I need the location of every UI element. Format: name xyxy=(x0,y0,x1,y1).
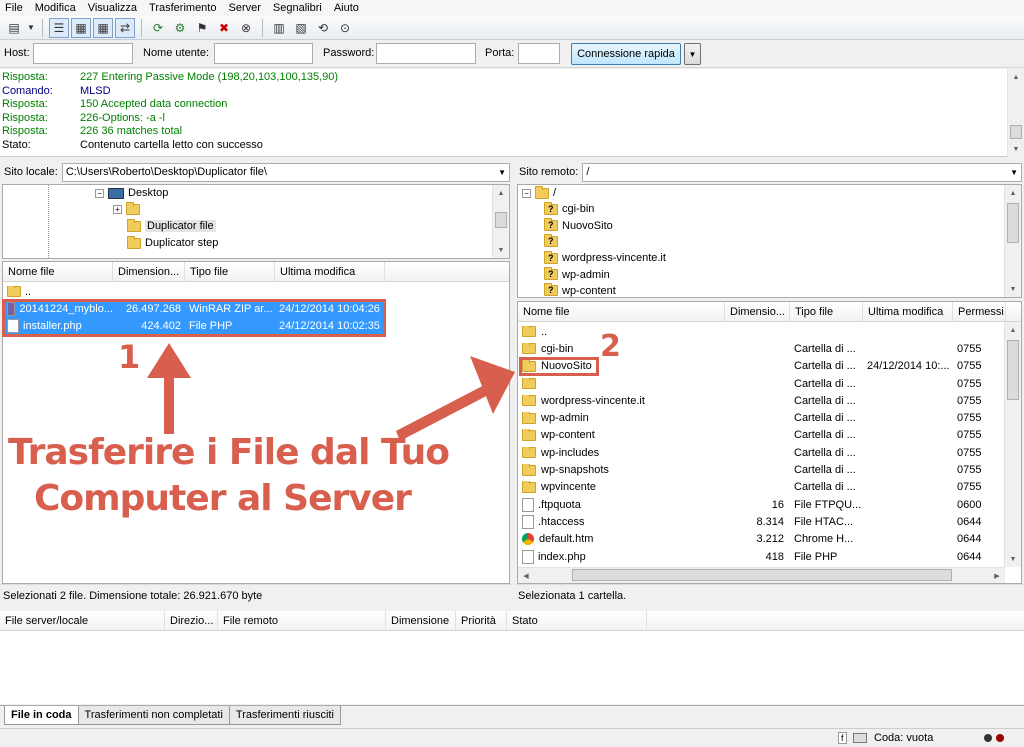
arrow-right-shaft xyxy=(396,381,496,441)
annotation-arrows xyxy=(147,343,515,441)
arrow-right-head xyxy=(470,356,515,414)
arrow-up-head xyxy=(147,343,191,378)
arrow-up-shaft xyxy=(164,376,174,434)
